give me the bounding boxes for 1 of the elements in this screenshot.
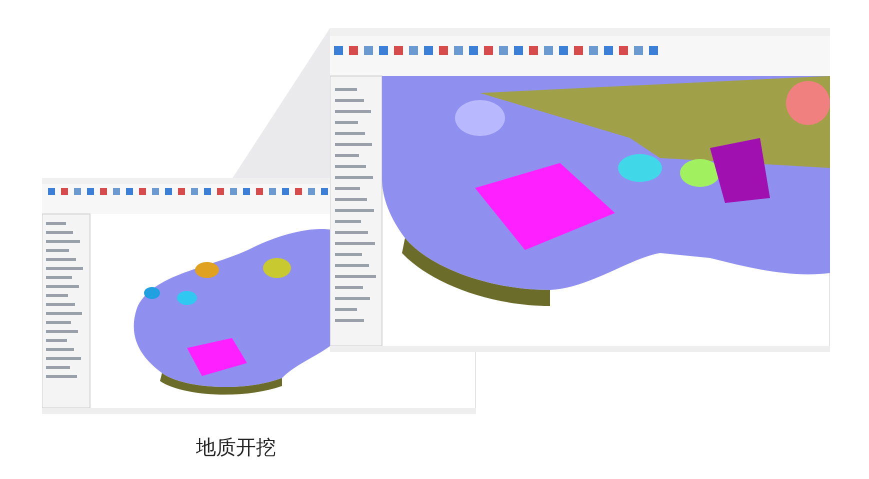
caption-text: 地质开挖 <box>196 434 276 461</box>
